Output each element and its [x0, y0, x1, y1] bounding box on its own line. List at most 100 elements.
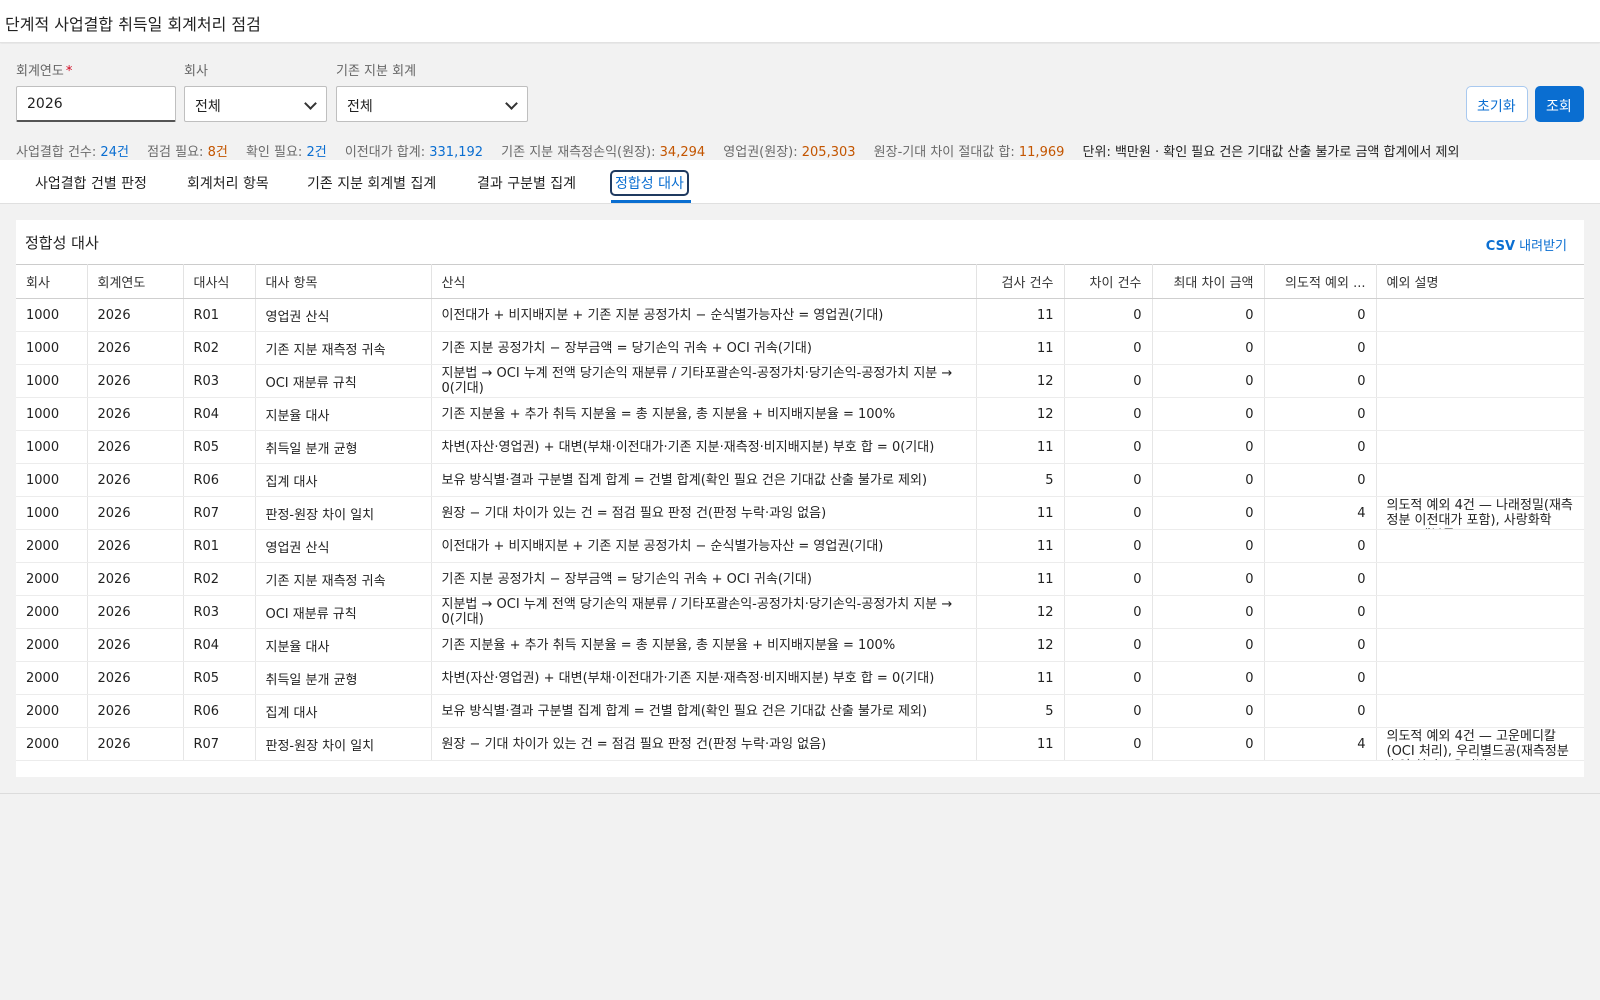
company-cell: 2000: [16, 727, 88, 761]
company-cell: 2000: [16, 661, 88, 695]
column-header-company[interactable]: 회사: [16, 264, 88, 299]
table-row[interactable]: 2000 2026 R02 기존 지분 재측정 귀속 기존 지분 공정가치 − 장부금액…: [16, 562, 1584, 596]
check-needed-count: 8건: [207, 145, 228, 160]
item-cell: OCI 재분류 규칙: [255, 595, 432, 629]
item-cell: 지분율 대사: [255, 628, 432, 662]
column-header-year[interactable]: 회계연도: [87, 264, 184, 299]
panel-title: 정합성 대사: [25, 234, 99, 252]
column-header-tested[interactable]: 검사 건수: [976, 264, 1065, 299]
formula-cell: 이전대가 + 비지배지분 + 기존 지분 공정가치 − 순식별가능자산 = 영업…: [431, 298, 977, 332]
note-cell: [1376, 529, 1584, 563]
note-cell: [1376, 694, 1584, 728]
company-cell: 1000: [16, 463, 88, 497]
year-cell: 2026: [87, 430, 184, 464]
exceptions-cell: 0: [1264, 331, 1377, 365]
max-diff-cell: 0: [1152, 430, 1265, 464]
item-cell: 영업권 산식: [255, 529, 432, 563]
table-row[interactable]: 1000 2026 R02 기존 지분 재측정 귀속 기존 지분 공정가치 − 장부금액…: [16, 331, 1584, 365]
diff-cell: 0: [1064, 727, 1153, 761]
table-row[interactable]: 2000 2026 R06 집계 대사 보유 방식별·결과 구분별 집계 합계 = 건별…: [16, 694, 1584, 728]
max-diff-cell: 0: [1152, 628, 1265, 662]
formula-cell: 차변(자산·영업권) + 대변(부채·이전대가·기존 지분·재측정·비지배지분)…: [431, 661, 977, 695]
table-row[interactable]: 1000 2026 R04 지분율 대사 기존 지분율 + 추가 취득 지분율 = 총 …: [16, 397, 1584, 431]
exceptions-cell: 0: [1264, 562, 1377, 596]
tested-cell: 11: [976, 529, 1065, 563]
tested-cell: 11: [976, 331, 1065, 365]
table-row[interactable]: 1000 2026 R07 판정-원장 차이 일치 원장 − 기대 차이가 있는 건 =…: [16, 496, 1584, 530]
tab-result-summary[interactable]: 결과 구분별 집계: [477, 173, 576, 193]
item-cell: OCI 재분류 규칙: [255, 364, 432, 398]
reset-button[interactable]: 초기화: [1466, 86, 1528, 122]
company-select[interactable]: 전체: [184, 86, 327, 122]
column-header-max-diff[interactable]: 최대 차이 금액: [1152, 264, 1265, 299]
exceptions-cell: 0: [1264, 661, 1377, 695]
column-header-exceptions[interactable]: 의도적 예외 ...: [1264, 264, 1377, 299]
table-row[interactable]: 2000 2026 R03 OCI 재분류 규칙 지분법 → OCI 누계 전액 당기손…: [16, 595, 1584, 629]
year-cell: 2026: [87, 562, 184, 596]
year-cell: 2026: [87, 529, 184, 563]
item-cell: 집계 대사: [255, 694, 432, 728]
formula-cell: 기존 지분 공정가치 − 장부금액 = 당기손익 귀속 + OCI 귀속(기대): [431, 331, 977, 365]
table-row[interactable]: 2000 2026 R01 영업권 산식 이전대가 + 비지배지분 + 기존 지분 공정…: [16, 529, 1584, 563]
max-diff-cell: 0: [1152, 298, 1265, 332]
csv-download-link[interactable]: CSV 내려받기: [1486, 235, 1567, 254]
reconciliation-table: 회사 회계연도 대사식 대사 항목 산식 검사 건수 차이 건수 최대 차이 금…: [16, 264, 1584, 761]
code-cell: R02: [183, 331, 256, 365]
tab-accounting-items[interactable]: 회계처리 항목: [187, 173, 269, 193]
note-cell: [1376, 397, 1584, 431]
note-cell: [1376, 463, 1584, 497]
column-header-diff[interactable]: 차이 건수: [1064, 264, 1153, 299]
formula-cell: 원장 − 기대 차이가 있는 건 = 점검 필요 판정 건(판정 누락·과잉 없…: [431, 496, 977, 530]
tab-reconciliation[interactable]: 정합성 대사: [610, 170, 689, 196]
year-cell: 2026: [87, 298, 184, 332]
diff-cell: 0: [1064, 661, 1153, 695]
max-diff-cell: 0: [1152, 661, 1265, 695]
diff-cell: 0: [1064, 298, 1153, 332]
column-header-note[interactable]: 예외 설명: [1376, 264, 1584, 299]
tab-case-judgment[interactable]: 사업결합 건별 판정: [35, 173, 147, 193]
table-row[interactable]: 1000 2026 R06 집계 대사 보유 방식별·결과 구분별 집계 합계 = 건별…: [16, 463, 1584, 497]
exceptions-cell: 0: [1264, 529, 1377, 563]
column-header-item[interactable]: 대사 항목: [255, 264, 432, 299]
column-header-code[interactable]: 대사식: [183, 264, 256, 299]
year-label: 회계연도 *: [16, 64, 73, 79]
tab-method-summary[interactable]: 기존 지분 회계별 집계: [307, 173, 436, 193]
diff-cell: 0: [1064, 331, 1153, 365]
year-cell: 2026: [87, 496, 184, 530]
reconciliation-panel: 정합성 대사 CSV 내려받기 회사 회계연도 대사식 대사 항목 산식 검사 …: [16, 220, 1584, 777]
company-cell: 1000: [16, 397, 88, 431]
table-row[interactable]: 2000 2026 R04 지분율 대사 기존 지분율 + 추가 취득 지분율 = 총 …: [16, 628, 1584, 662]
page-divider: [0, 793, 1600, 794]
table-row[interactable]: 1000 2026 R01 영업권 산식 이전대가 + 비지배지분 + 기존 지분 공정…: [16, 298, 1584, 332]
year-cell: 2026: [87, 463, 184, 497]
tested-cell: 12: [976, 364, 1065, 398]
year-cell: 2026: [87, 628, 184, 662]
note-cell: [1376, 595, 1584, 629]
item-cell: 지분율 대사: [255, 397, 432, 431]
method-select[interactable]: 전체: [336, 86, 528, 122]
item-cell: 기존 지분 재측정 귀속: [255, 562, 432, 596]
company-cell: 1000: [16, 331, 88, 365]
exceptions-cell: 4: [1264, 727, 1377, 761]
table-row[interactable]: 1000 2026 R05 취득일 분개 균형 차변(자산·영업권) + 대변(부채·이…: [16, 430, 1584, 464]
year-input[interactable]: 2026: [16, 86, 176, 122]
table-row[interactable]: 1000 2026 R03 OCI 재분류 규칙 지분법 → OCI 누계 전액 당기손…: [16, 364, 1584, 398]
column-header-formula[interactable]: 산식: [431, 264, 977, 299]
table-row[interactable]: 2000 2026 R07 판정-원장 차이 일치 원장 − 기대 차이가 있는 건 =…: [16, 727, 1584, 761]
exceptions-cell: 0: [1264, 397, 1377, 431]
tested-cell: 12: [976, 397, 1065, 431]
exceptions-cell: 0: [1264, 595, 1377, 629]
max-diff-cell: 0: [1152, 529, 1265, 563]
note-cell: [1376, 331, 1584, 365]
goodwill-total: 205,303: [801, 145, 856, 160]
tested-cell: 11: [976, 727, 1065, 761]
confirm-needed-count: 2건: [306, 145, 327, 160]
active-tab-indicator: [611, 200, 691, 203]
tested-cell: 11: [976, 298, 1065, 332]
search-button[interactable]: 조회: [1535, 86, 1584, 122]
exceptions-cell: 0: [1264, 694, 1377, 728]
table-row[interactable]: 2000 2026 R05 취득일 분개 균형 차변(자산·영업권) + 대변(부채·이…: [16, 661, 1584, 695]
company-cell: 2000: [16, 694, 88, 728]
tab-bar: 사업결합 건별 판정 회계처리 항목 기존 지분 회계별 집계 결과 구분별 집…: [0, 160, 1600, 204]
code-cell: R03: [183, 595, 256, 629]
